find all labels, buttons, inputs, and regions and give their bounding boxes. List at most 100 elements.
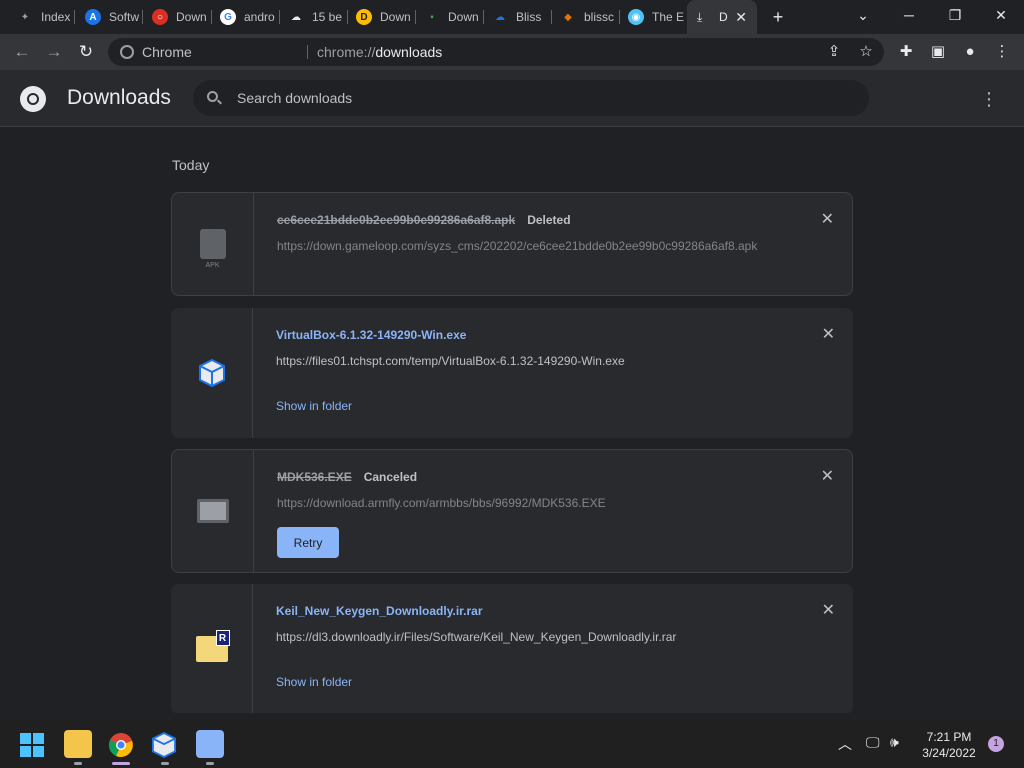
download-item: R Keil_New_Keygen_Downloadly.ir.rar http… bbox=[171, 584, 853, 713]
download-item: APK ce6cee21bdde0b2ee99b0c99286a6af8.apk… bbox=[171, 192, 853, 296]
more-actions-icon[interactable]: ⋮ bbox=[976, 86, 1002, 112]
tab-favicon-icon: ◆ bbox=[564, 11, 572, 23]
forward-button[interactable]: → bbox=[41, 39, 67, 65]
volume-icon[interactable]: 🕪 bbox=[890, 734, 899, 751]
url-text[interactable]: chrome://downloads bbox=[317, 38, 442, 66]
download-filename-link[interactable]: Keil_New_Keygen_Downloadly.ir.rar bbox=[276, 604, 483, 618]
search-input[interactable] bbox=[237, 80, 837, 116]
browser-toolbar: ← → ↻ Chrome chrome://downloads ⇪ ☆ ✚ ▣ … bbox=[0, 34, 1024, 70]
tab-8[interactable]: ☁ Bliss bbox=[492, 6, 552, 28]
tab-label: Softw bbox=[109, 10, 140, 24]
download-url: https://down.gameloop.com/syzs_cms/20220… bbox=[277, 239, 758, 253]
chrome-menu-icon[interactable]: ⋮ bbox=[989, 39, 1015, 65]
tab-favicon-icon: A bbox=[85, 9, 101, 25]
side-panel-icon[interactable]: ▣ bbox=[925, 39, 951, 65]
bookmark-star-icon[interactable]: ☆ bbox=[853, 39, 879, 65]
remove-download-icon[interactable]: ✕ bbox=[822, 324, 835, 344]
tab-label: Down bbox=[176, 10, 207, 24]
tab-label: andro bbox=[244, 10, 275, 24]
download-filename: ce6cee21bdde0b2ee99b0c99286a6af8.apk Dele… bbox=[277, 213, 571, 227]
download-item: VirtualBox-6.1.32-149290-Win.exe https:/… bbox=[171, 308, 853, 438]
tab-favicon-icon: D bbox=[356, 9, 372, 25]
tab-favicon-icon: ☁ bbox=[291, 11, 301, 23]
downloads-header: Downloads ⋮ bbox=[0, 70, 1024, 127]
file-explorer-icon[interactable] bbox=[64, 730, 92, 758]
image-viewer-icon[interactable] bbox=[196, 730, 224, 758]
network-icon[interactable]: 🖵 bbox=[866, 734, 880, 751]
tab-label: Down bbox=[380, 10, 411, 24]
tab-9[interactable]: ◆ blissc bbox=[560, 6, 620, 28]
show-in-folder-link[interactable]: Show in folder bbox=[276, 675, 352, 689]
tab-search-dropdown-icon[interactable]: ⌄ bbox=[840, 0, 886, 30]
show-hidden-icons-chevron-icon[interactable]: ︿ bbox=[838, 734, 852, 754]
tab-label: 15 be bbox=[312, 10, 343, 24]
tab-1[interactable]: ✦ Index bbox=[17, 6, 75, 28]
apk-file-icon: APK bbox=[199, 229, 226, 269]
download-filename-link[interactable]: VirtualBox-6.1.32-149290-Win.exe bbox=[276, 328, 466, 342]
remove-download-icon[interactable]: ✕ bbox=[821, 209, 834, 229]
tab-6[interactable]: D Down bbox=[356, 6, 416, 28]
minimize-button[interactable]: ─ bbox=[886, 0, 932, 30]
download-icon: ⤓ bbox=[697, 9, 703, 24]
site-chip: Chrome bbox=[142, 44, 192, 60]
download-filename: MDK536.EXE Canceled bbox=[277, 470, 418, 484]
download-status: Deleted bbox=[527, 213, 571, 227]
tab-5[interactable]: ☁ 15 be bbox=[288, 6, 348, 28]
chrome-logo-icon bbox=[20, 86, 46, 112]
close-tab-icon[interactable]: ✕ bbox=[735, 9, 747, 26]
date-section-label: Today bbox=[172, 157, 210, 173]
address-bar[interactable]: Chrome chrome://downloads ⇪ ☆ bbox=[108, 38, 884, 66]
tab-downloads-active[interactable]: ⤓ D ✕ bbox=[687, 0, 757, 34]
exe-file-icon bbox=[196, 499, 229, 523]
download-url: https://download.armfly.com/armbbs/bbs/9… bbox=[277, 496, 606, 510]
virtualbox-icon bbox=[198, 359, 225, 387]
search-box[interactable] bbox=[193, 80, 869, 116]
tab-10[interactable]: ◉ The E bbox=[628, 6, 686, 28]
tab-favicon-icon: ○ bbox=[152, 9, 168, 25]
virtualbox-taskbar-icon[interactable] bbox=[152, 732, 176, 758]
profile-avatar-icon[interactable]: ● bbox=[957, 39, 983, 65]
reload-button[interactable]: ↻ bbox=[73, 39, 99, 65]
remove-download-icon[interactable]: ✕ bbox=[821, 466, 834, 486]
tab-label: D bbox=[719, 10, 728, 24]
retry-button[interactable]: Retry bbox=[277, 527, 339, 558]
tab-label: The E bbox=[652, 10, 685, 24]
chrome-taskbar-icon[interactable] bbox=[108, 732, 134, 758]
download-url[interactable]: https://files01.tchspt.com/temp/VirtualB… bbox=[276, 354, 776, 368]
tab-label: Down bbox=[448, 10, 479, 24]
windows-start-icon[interactable] bbox=[20, 733, 44, 757]
tab-label: blissc bbox=[584, 10, 615, 24]
google-icon: G bbox=[220, 9, 236, 25]
extensions-puzzle-icon[interactable]: ✚ bbox=[893, 39, 919, 65]
download-item: MDK536.EXE Canceled https://download.armf… bbox=[171, 449, 853, 573]
downloads-list: Today APK ce6cee21bdde0b2ee99b0c99286a6a… bbox=[0, 127, 1024, 713]
windows-taskbar: ︿ 🖵 🕪 7:21 PM 3/24/2022 bbox=[0, 720, 1024, 768]
tab-3[interactable]: ○ Down bbox=[152, 6, 212, 28]
show-in-folder-link[interactable]: Show in folder bbox=[276, 399, 352, 413]
share-icon[interactable]: ⇪ bbox=[821, 39, 847, 65]
clock-time: 7:21 PM bbox=[926, 730, 972, 744]
search-icon bbox=[207, 91, 218, 102]
clock-date: 3/24/2022 bbox=[922, 746, 976, 760]
download-url[interactable]: https://dl3.downloadly.ir/Files/Software… bbox=[276, 630, 776, 644]
tab-label: Bliss bbox=[516, 10, 542, 24]
remove-download-icon[interactable]: ✕ bbox=[822, 600, 835, 620]
tab-2[interactable]: A Softw bbox=[85, 6, 143, 28]
tab-label: Index bbox=[41, 10, 71, 24]
restore-button[interactable]: ❐ bbox=[932, 0, 978, 30]
back-button[interactable]: ← bbox=[9, 39, 35, 65]
chrome-site-icon bbox=[120, 45, 134, 59]
page-title: Downloads bbox=[67, 86, 171, 109]
tab-7[interactable]: ▪ Down bbox=[424, 6, 484, 28]
tab-4[interactable]: G andro bbox=[220, 6, 280, 28]
close-window-button[interactable]: ✕ bbox=[978, 0, 1024, 30]
tab-strip: ✦ Index A Softw ○ Down G andro ☁ 15 be D… bbox=[0, 0, 1024, 34]
system-clock[interactable]: 7:21 PM 3/24/2022 bbox=[918, 729, 980, 761]
tab-favicon-icon: ☁ bbox=[495, 11, 505, 23]
rar-archive-icon: R bbox=[195, 630, 230, 662]
notification-badge[interactable]: 1 bbox=[988, 736, 1004, 752]
tab-favicon-icon: ◉ bbox=[628, 9, 644, 25]
tab-favicon-icon: ▪ bbox=[424, 9, 440, 25]
download-status: Canceled bbox=[363, 470, 418, 484]
new-tab-button[interactable]: + bbox=[768, 6, 788, 28]
